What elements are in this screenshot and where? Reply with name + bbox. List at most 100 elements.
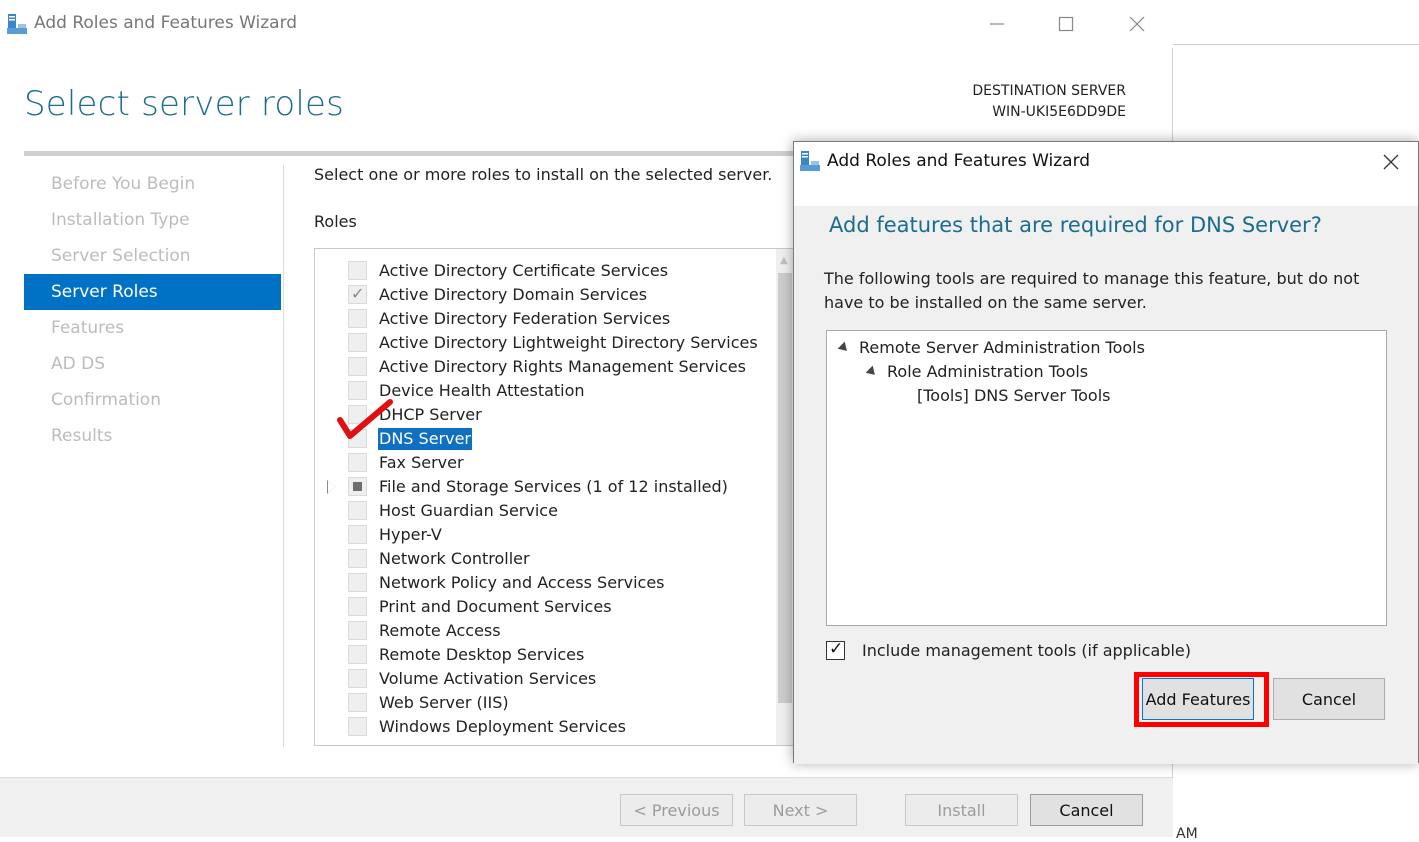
- role-label[interactable]: File and Storage Services (1 of 12 insta…: [378, 476, 729, 498]
- tree-item-role-admin-tools[interactable]: Role Administration Tools: [865, 362, 1089, 381]
- server-manager-icon: [800, 151, 820, 171]
- install-button[interactable]: Install: [905, 794, 1018, 826]
- role-label[interactable]: Windows Deployment Services: [378, 716, 627, 738]
- close-icon: [1383, 154, 1399, 170]
- role-label[interactable]: Remote Access: [378, 620, 502, 642]
- role-checkbox[interactable]: [348, 645, 367, 664]
- tree-item-label: Remote Server Administration Tools: [859, 338, 1145, 357]
- role-row[interactable]: Active Directory Certificate Services: [315, 259, 775, 283]
- include-management-tools[interactable]: Include management tools (if applicable): [826, 638, 1191, 662]
- role-checkbox[interactable]: [348, 477, 367, 496]
- role-row[interactable]: Remote Access: [315, 619, 775, 643]
- role-row[interactable]: Hyper-V: [315, 523, 775, 547]
- tree-item-label: [Tools] DNS Server Tools: [917, 386, 1111, 405]
- role-checkbox[interactable]: [348, 261, 367, 280]
- nav-item-installation-type: Installation Type: [51, 210, 190, 230]
- role-label[interactable]: Web Server (IIS): [378, 692, 510, 714]
- role-label[interactable]: Hyper-V: [378, 524, 443, 546]
- role-row[interactable]: Volume Activation Services: [315, 667, 775, 691]
- role-label[interactable]: Active Directory Federation Services: [378, 308, 671, 330]
- roles-list[interactable]: Active Directory Certificate ServicesAct…: [314, 248, 794, 746]
- nav-item-results: Results: [51, 426, 113, 446]
- role-row[interactable]: Web Server (IIS): [315, 691, 775, 715]
- destination-server-label: DESTINATION SERVER: [972, 83, 1126, 99]
- role-label[interactable]: Network Controller: [378, 548, 531, 570]
- role-row[interactable]: Windows Deployment Services: [315, 715, 775, 739]
- nav-item-server-roles[interactable]: Server Roles: [24, 274, 281, 310]
- role-checkbox[interactable]: [348, 357, 367, 376]
- red-highlight-annotation: [1134, 672, 1269, 727]
- dialog-close-button[interactable]: [1376, 148, 1406, 176]
- close-button[interactable]: [1117, 10, 1157, 38]
- close-icon: [1129, 16, 1145, 32]
- include-management-tools-label: Include management tools (if applicable): [862, 640, 1192, 660]
- scroll-up-arrow-icon[interactable]: ▲: [780, 255, 790, 266]
- role-label[interactable]: Fax Server: [378, 452, 465, 474]
- role-checkbox[interactable]: [348, 501, 367, 520]
- roles-scroll-thumb[interactable]: [778, 273, 792, 703]
- role-row[interactable]: Network Policy and Access Services: [315, 571, 775, 595]
- role-checkbox[interactable]: [348, 453, 367, 472]
- role-checkbox[interactable]: [348, 669, 367, 688]
- role-row[interactable]: Host Guardian Service: [315, 499, 775, 523]
- dialog-cancel-button[interactable]: Cancel: [1273, 678, 1385, 720]
- role-checkbox[interactable]: [348, 717, 367, 736]
- dialog-heading: Add features that are required for DNS S…: [829, 213, 1322, 237]
- window-title: Add Roles and Features Wizard: [34, 13, 298, 33]
- tree-item-rsat[interactable]: Remote Server Administration Tools: [837, 338, 1145, 357]
- role-label[interactable]: Network Policy and Access Services: [378, 572, 666, 594]
- role-row[interactable]: Active Directory Lightweight Directory S…: [315, 331, 775, 355]
- role-label[interactable]: Host Guardian Service: [378, 500, 559, 522]
- dialog-titlebar: Add Roles and Features Wizard: [794, 142, 1418, 182]
- role-checkbox[interactable]: [348, 525, 367, 544]
- role-checkbox[interactable]: [348, 693, 367, 712]
- maximize-button[interactable]: [1046, 10, 1086, 38]
- include-management-tools-checkbox[interactable]: [826, 639, 845, 660]
- wizard-titlebar: Add Roles and Features Wizard: [0, 0, 1173, 48]
- maximize-icon: [1058, 16, 1074, 32]
- role-row[interactable]: Active Directory Rights Management Servi…: [315, 355, 775, 379]
- role-checkbox[interactable]: [348, 284, 367, 304]
- roles-heading: Roles: [314, 212, 357, 231]
- page-title: Select server roles: [24, 84, 345, 124]
- role-label[interactable]: Active Directory Lightweight Directory S…: [378, 332, 759, 354]
- minimize-button[interactable]: [977, 10, 1017, 38]
- previous-button[interactable]: < Previous: [620, 794, 733, 826]
- role-row[interactable]: Active Directory Federation Services: [315, 307, 775, 331]
- role-row[interactable]: Remote Desktop Services: [315, 643, 775, 667]
- nav-item-features: Features: [51, 318, 125, 338]
- role-row[interactable]: Active Directory Domain Services: [315, 283, 775, 307]
- cancel-button[interactable]: Cancel: [1030, 794, 1143, 826]
- role-label[interactable]: Volume Activation Services: [378, 668, 597, 690]
- background-clock-text: AM: [1176, 826, 1198, 842]
- role-label[interactable]: Device Health Attestation: [378, 380, 586, 402]
- role-row[interactable]: Print and Document Services: [315, 595, 775, 619]
- role-label[interactable]: Print and Document Services: [378, 596, 613, 618]
- destination-server-name: WIN-UKI5E6DD9DE: [992, 104, 1126, 120]
- role-label[interactable]: Remote Desktop Services: [378, 644, 585, 666]
- role-label[interactable]: Active Directory Domain Services: [378, 284, 648, 306]
- role-checkbox[interactable]: [348, 621, 367, 640]
- tree-item-dns-tools[interactable]: [Tools] DNS Server Tools: [917, 386, 1110, 405]
- instruction-text: Select one or more roles to install on t…: [314, 165, 773, 184]
- role-checkbox[interactable]: [348, 573, 367, 592]
- nav-divider: [283, 165, 284, 747]
- role-checkbox[interactable]: [348, 597, 367, 616]
- dialog-title: Add Roles and Features Wizard: [827, 151, 1091, 171]
- role-checkbox[interactable]: [348, 549, 367, 568]
- required-features-tree[interactable]: Remote Server Administration Tools Role …: [826, 330, 1387, 626]
- next-button[interactable]: Next >: [744, 794, 857, 826]
- minimize-icon: [990, 23, 1004, 25]
- role-label[interactable]: Active Directory Certificate Services: [378, 260, 669, 282]
- nav-item-server-selection: Server Selection: [51, 246, 191, 266]
- role-row[interactable]: Fax Server: [315, 451, 775, 475]
- red-checkmark-annotation-icon: [337, 399, 393, 439]
- expand-triangle-inner: [328, 481, 335, 493]
- role-row[interactable]: File and Storage Services (1 of 12 insta…: [315, 475, 775, 499]
- tree-item-label: Role Administration Tools: [887, 362, 1089, 381]
- role-label[interactable]: Active Directory Rights Management Servi…: [378, 356, 747, 378]
- role-checkbox[interactable]: [348, 309, 367, 328]
- role-checkbox[interactable]: [348, 333, 367, 352]
- role-row[interactable]: Network Controller: [315, 547, 775, 571]
- add-features-dialog: Add Roles and Features Wizard Add featur…: [793, 141, 1419, 764]
